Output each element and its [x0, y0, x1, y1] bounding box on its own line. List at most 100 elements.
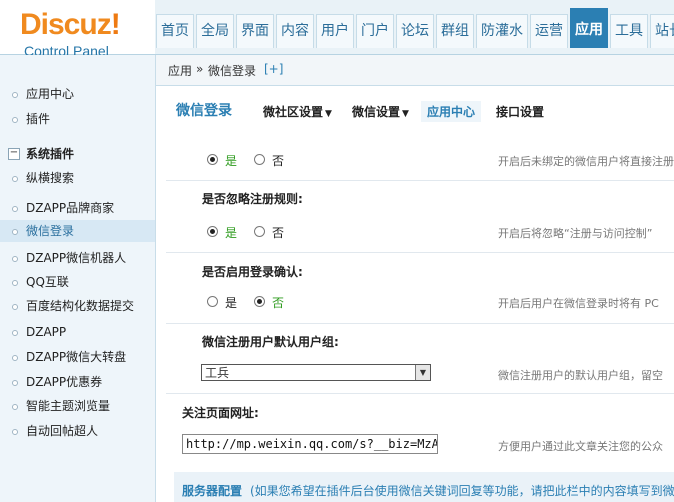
- divider: [166, 252, 674, 253]
- tab-topnav-0[interactable]: 首页: [156, 14, 194, 48]
- sidebar-item[interactable]: DZAPP优惠券: [0, 371, 155, 393]
- divider: [166, 393, 674, 394]
- divider: [166, 323, 674, 324]
- sidebar-item[interactable]: 微信登录: [0, 220, 155, 242]
- row2-no-label: 否: [272, 226, 285, 240]
- breadcrumb: 应用 » 微信登录 [+]: [156, 55, 674, 86]
- bullet-icon: [12, 176, 18, 182]
- divider: [166, 180, 674, 181]
- add-shortcut-link[interactable]: [+]: [264, 62, 283, 76]
- tab-topnav-4[interactable]: 用户: [316, 14, 354, 48]
- sidebar-group-label: 系统插件: [26, 147, 75, 161]
- tab-topnav-2[interactable]: 界面: [236, 14, 274, 48]
- sidebar-item-label: 自动回帖超人: [26, 424, 99, 438]
- breadcrumb-current: 微信登录: [208, 64, 257, 78]
- tab-topnav-5[interactable]: 门户: [356, 14, 394, 48]
- bullet-icon: [12, 256, 18, 262]
- sidebar-item-label: DZAPP优惠券: [26, 375, 103, 389]
- row5-tip: 方便用户通过此文章关注您的公众: [498, 440, 663, 453]
- breadcrumb-root[interactable]: 应用: [168, 62, 192, 79]
- default-usergroup-label: 微信注册用户默认用户组:: [202, 335, 339, 349]
- sidebar-item[interactable]: QQ互联: [0, 271, 155, 293]
- main-content: 微信登录 微社区设置 ▼ 微信设置 ▼ 应用中心 接口设置 是 否 开启后未绑定的微…: [156, 86, 674, 502]
- tab-topnav-11[interactable]: 工具: [610, 14, 648, 48]
- sidebar-group-system-plugins[interactable]: − 系统插件: [0, 144, 155, 164]
- bullet-icon: [12, 280, 18, 286]
- row2-no-radio[interactable]: [254, 226, 265, 237]
- sidebar-item-label: DZAPP: [26, 325, 67, 339]
- sidebar-item-label: 微信登录: [26, 224, 75, 238]
- row3-yes-label: 是: [225, 296, 238, 310]
- sidebar-item-label: QQ互联: [26, 275, 69, 289]
- sidebar-item[interactable]: DZAPP微信大转盘: [0, 346, 155, 368]
- top-navigation: 首页全局界面内容用户门户论坛群组防灌水运营应用工具站长: [156, 8, 674, 48]
- sidebar-item-label: 应用中心: [26, 87, 75, 101]
- sidebar-item-label: DZAPP品牌商家: [26, 201, 115, 215]
- tab-api-settings[interactable]: 接口设置: [496, 103, 544, 120]
- sidebar-item-label: 插件: [26, 112, 51, 126]
- sidebar-item[interactable]: 智能主题浏览量: [0, 395, 155, 417]
- tab-topnav-9[interactable]: 运营: [530, 14, 568, 48]
- bullet-icon: [12, 380, 18, 386]
- chevron-down-icon: ▼: [415, 365, 430, 380]
- server-config-note: (如果您希望在插件后台使用微信关键词回复等功能，请把此栏中的内容填写到微: [250, 484, 674, 498]
- row1-tip: 开启后未绑定的微信用户将直接注册: [498, 155, 674, 168]
- sub-navigation: 微信登录 微社区设置 ▼ 微信设置 ▼ 应用中心 接口设置: [156, 86, 674, 130]
- bullet-icon: [12, 355, 18, 361]
- row3-no-radio[interactable]: [254, 296, 265, 307]
- sidebar: 应用中心插件 − 系统插件纵横搜索 DZAPP品牌商家 微信登录 DZAPP微信机器人 QQ…: [0, 55, 156, 502]
- tab-topnav-7[interactable]: 群组: [436, 14, 474, 48]
- sidebar-item[interactable]: 自动回帖超人: [0, 420, 155, 442]
- tab-wechat-settings[interactable]: 微信设置 ▼: [352, 103, 409, 120]
- row2-yes-radio[interactable]: [207, 226, 218, 237]
- follow-page-url-input[interactable]: http://mp.weixin.qq.com/s?__biz=MzAw: [182, 434, 438, 454]
- page-title: 微信登录: [176, 103, 232, 119]
- row3-yes-radio[interactable]: [207, 296, 218, 307]
- row4-tip: 微信注册用户的默认用户组，留空: [498, 369, 663, 382]
- sidebar-item[interactable]: 纵横搜索: [0, 167, 155, 189]
- row3-no-label: 否: [272, 296, 285, 310]
- row1-yes-label: 是: [225, 154, 238, 168]
- tab-topnav-12[interactable]: 站长: [650, 14, 674, 48]
- row3-tip: 开启后用户在微信登录时将有 PC: [498, 297, 659, 310]
- follow-page-url-label: 关注页面网址:: [182, 406, 259, 420]
- collapse-icon: −: [8, 147, 20, 160]
- tab-topnav-10[interactable]: 应用: [570, 8, 608, 48]
- sidebar-item-label: DZAPP微信机器人: [26, 251, 127, 265]
- sidebar-item[interactable]: DZAPP: [0, 321, 155, 343]
- sidebar-item-label: 智能主题浏览量: [26, 399, 111, 413]
- breadcrumb-separator: »: [196, 62, 204, 76]
- bullet-icon: [12, 404, 18, 410]
- tab-topnav-6[interactable]: 论坛: [396, 14, 434, 48]
- bullet-icon: [12, 92, 18, 98]
- chevron-down-icon: ▼: [402, 109, 409, 119]
- bullet-icon: [12, 206, 18, 212]
- sidebar-item[interactable]: DZAPP微信机器人: [0, 247, 155, 269]
- top-header: Discuz! Control Panel 首页 全局 界面 内容 用户 门户 论坛 群组 防灌…: [0, 0, 674, 59]
- tab-community-settings[interactable]: 微社区设置 ▼: [263, 103, 332, 120]
- sidebar-item[interactable]: 应用中心: [0, 83, 155, 105]
- bullet-icon: [12, 229, 18, 235]
- logo[interactable]: Discuz! Control Panel: [0, 0, 155, 59]
- bullet-icon: [12, 304, 18, 310]
- login-confirm-label: 是否启用登录确认:: [202, 265, 303, 279]
- usergroup-select[interactable]: 工兵 ▼: [201, 364, 431, 381]
- row1-no-radio[interactable]: [254, 154, 265, 165]
- tab-app-center[interactable]: 应用中心: [421, 101, 482, 122]
- tab-topnav-1[interactable]: 全局: [196, 14, 234, 48]
- sidebar-item-label: 百度结构化数据提交: [26, 299, 135, 313]
- bullet-icon: [12, 429, 18, 435]
- tab-topnav-8[interactable]: 防灌水: [476, 14, 528, 48]
- sidebar-item-label: DZAPP微信大转盘: [26, 350, 127, 364]
- sidebar-item[interactable]: 插件: [0, 108, 155, 130]
- ignore-register-rules-label: 是否忽略注册规则:: [202, 192, 303, 206]
- row1-no-label: 否: [272, 154, 285, 168]
- sidebar-item[interactable]: DZAPP品牌商家: [0, 197, 155, 219]
- row1-yes-radio[interactable]: [207, 154, 218, 165]
- row2-tip: 开启后将忽略“注册与访问控制”: [498, 227, 653, 240]
- server-config-header: 服务器配置 (如果您希望在插件后台使用微信关键词回复等功能，请把此栏中的内容填写…: [174, 472, 674, 502]
- sidebar-item[interactable]: 百度结构化数据提交: [0, 295, 155, 317]
- row2-yes-label: 是: [225, 226, 238, 240]
- tab-topnav-3[interactable]: 内容: [276, 14, 314, 48]
- logo-brand: Discuz!: [20, 8, 121, 41]
